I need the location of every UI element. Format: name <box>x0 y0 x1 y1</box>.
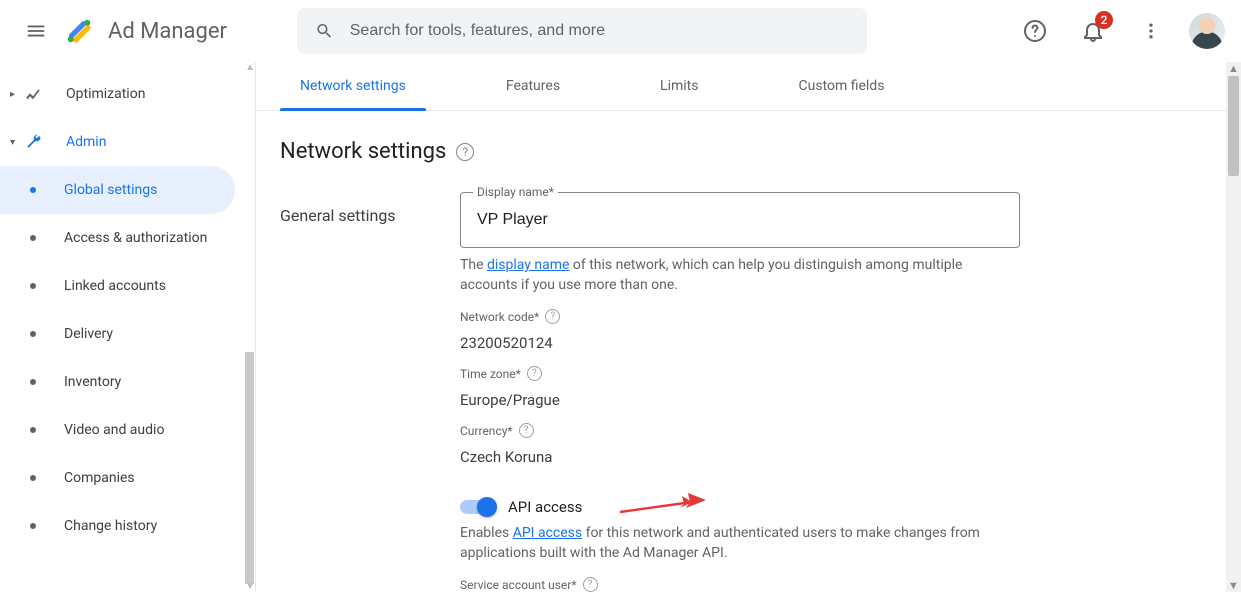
optimization-icon <box>22 85 44 103</box>
tab-network-settings[interactable]: Network settings <box>280 62 426 110</box>
sidebar: ▸ Optimization ▸ Admin Global settings A… <box>0 62 256 592</box>
top-bar: Ad Manager 2 <box>0 0 1241 62</box>
api-access-label: API access <box>508 498 582 516</box>
service-account-label: Service account user* ? <box>460 577 1020 592</box>
sidebar-scrollbar[interactable]: ▲ ▼ <box>244 62 255 592</box>
display-name-helper: The display name of this network, which … <box>460 256 1020 295</box>
sidebar-scroll-thumb[interactable] <box>245 352 254 584</box>
page-scrollbar[interactable]: ▲ ▼ <box>1226 62 1241 592</box>
sidebar-item-global-settings[interactable]: Global settings <box>0 166 235 214</box>
ad-manager-logo-icon <box>64 16 94 46</box>
help-icon[interactable]: ? <box>527 366 542 381</box>
network-code-label: Network code* ? <box>460 309 1020 324</box>
sidebar-label: Admin <box>66 134 106 150</box>
sidebar-item-change-history[interactable]: Change history <box>0 502 235 550</box>
hamburger-icon <box>25 20 47 42</box>
scroll-up-icon: ▲ <box>1228 62 1239 75</box>
main-area: Network settings Features Limits Custom … <box>256 62 1241 592</box>
sidebar-item-delivery[interactable]: Delivery <box>0 310 235 358</box>
menu-button[interactable] <box>16 11 56 51</box>
tab-bar: Network settings Features Limits Custom … <box>256 62 1241 111</box>
tab-features[interactable]: Features <box>486 62 580 110</box>
wrench-icon <box>22 133 44 151</box>
more-vertical-icon <box>1141 21 1161 41</box>
account-avatar[interactable] <box>1189 13 1225 49</box>
sidebar-label: Optimization <box>66 86 145 102</box>
sidebar-item-companies[interactable]: Companies <box>0 454 235 502</box>
scroll-down-icon: ▼ <box>1228 579 1239 592</box>
logo-block[interactable]: Ad Manager <box>64 16 227 46</box>
search-icon <box>315 21 334 41</box>
sidebar-item-video-audio[interactable]: Video and audio <box>0 406 235 454</box>
sidebar-item-access-authorization[interactable]: Access & authorization <box>0 214 235 262</box>
currency-label: Currency* ? <box>460 423 1020 438</box>
timezone-label: Time zone* ? <box>460 366 1020 381</box>
page-title: Network settings ? <box>280 139 1217 164</box>
app-title: Ad Manager <box>108 19 227 44</box>
chevron-right-icon: ▸ <box>10 89 15 100</box>
sidebar-item-linked-accounts[interactable]: Linked accounts <box>0 262 235 310</box>
sidebar-section-optimization[interactable]: ▸ Optimization <box>0 70 255 118</box>
scroll-down-icon: ▼ <box>245 581 255 592</box>
notification-badge: 2 <box>1095 11 1113 29</box>
help-icon <box>1023 19 1047 43</box>
timezone-value: Europe/Prague <box>460 391 1020 409</box>
display-name-field[interactable]: Display name* <box>460 192 1020 248</box>
notifications-button[interactable]: 2 <box>1073 11 1113 51</box>
section-general-settings: General settings <box>280 192 410 592</box>
api-access-helper: Enables API access for this network and … <box>460 524 1020 563</box>
search-input[interactable] <box>348 21 849 41</box>
display-name-input[interactable] <box>475 210 1005 230</box>
help-icon[interactable]: ? <box>583 577 598 592</box>
sidebar-item-inventory[interactable]: Inventory <box>0 358 235 406</box>
help-button[interactable] <box>1015 11 1055 51</box>
scroll-up-icon: ▲ <box>245 62 255 73</box>
chevron-down-icon: ▸ <box>7 139 18 144</box>
top-right-actions: 2 <box>1015 11 1225 51</box>
help-icon[interactable]: ? <box>519 423 534 438</box>
help-icon[interactable]: ? <box>545 309 560 324</box>
page-scroll-thumb[interactable] <box>1228 76 1239 176</box>
network-code-value: 23200520124 <box>460 334 1020 352</box>
sidebar-section-admin[interactable]: ▸ Admin <box>0 118 255 166</box>
tab-limits[interactable]: Limits <box>640 62 718 110</box>
display-name-link[interactable]: display name <box>487 257 569 273</box>
more-button[interactable] <box>1131 11 1171 51</box>
currency-value: Czech Koruna <box>460 448 1020 466</box>
search-bar[interactable] <box>297 8 867 54</box>
api-access-toggle[interactable] <box>460 500 494 514</box>
api-access-link[interactable]: API access <box>513 525 582 541</box>
help-icon[interactable]: ? <box>456 143 474 161</box>
tab-custom-fields[interactable]: Custom fields <box>778 62 904 110</box>
display-name-label: Display name* <box>473 185 558 199</box>
